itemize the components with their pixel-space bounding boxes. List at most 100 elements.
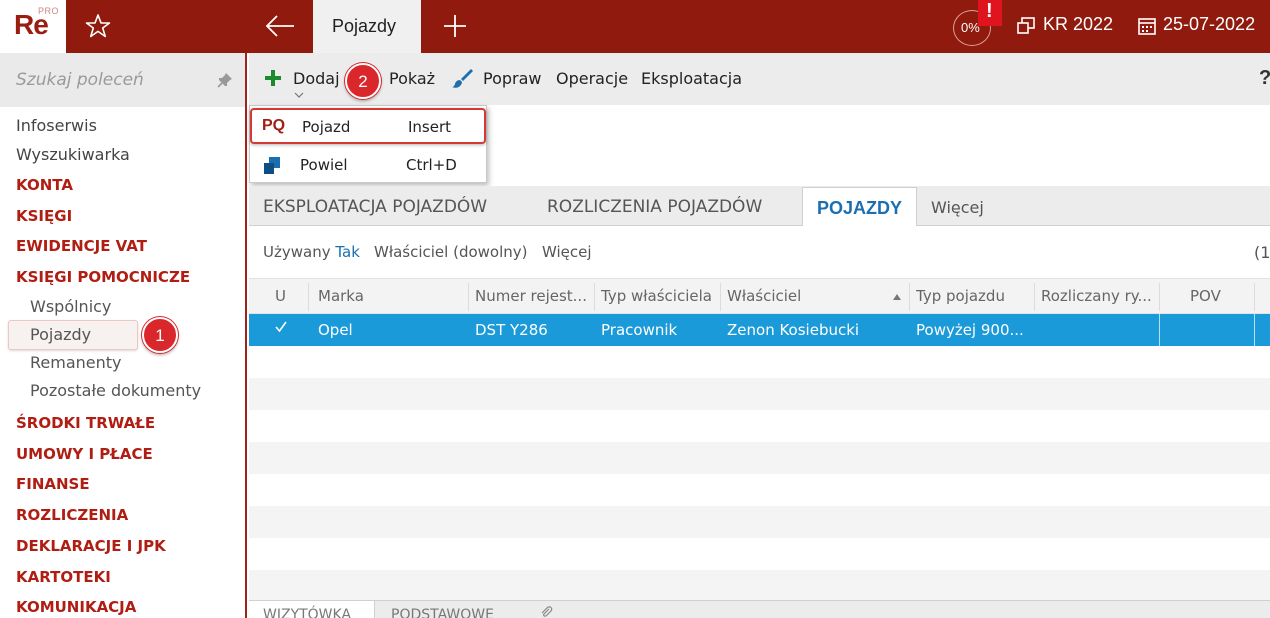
search-box <box>0 53 245 107</box>
sidebar-group-ewidencje-vat[interactable]: EWIDENCJE VAT <box>16 237 147 255</box>
record-count: (1 <box>1254 243 1270 262</box>
col-header-vehicle-type[interactable]: Typ pojazdu <box>916 287 1005 305</box>
back-arrow-icon[interactable] <box>264 12 296 40</box>
sidebar-item-remanenty[interactable]: Remanenty <box>30 353 122 372</box>
check-icon[interactable] <box>274 320 288 334</box>
step-badge-2-label: 2 <box>358 72 368 91</box>
copy-icon <box>264 157 280 174</box>
step-badge-2: 2 <box>345 63 381 99</box>
toolbar: Dodaj Pokaż Popraw Operacje Eksploatacja… <box>249 53 1270 105</box>
date-label[interactable]: 25-07-2022 <box>1163 14 1255 35</box>
row-separator <box>1254 314 1255 346</box>
table-row-empty[interactable] <box>249 570 1270 600</box>
add-dropdown-menu: PQ Pojazd Insert Powiel Ctrl+D <box>249 105 487 183</box>
col-header-settled[interactable]: Rozliczany ry... <box>1041 287 1159 305</box>
tab-wizytowka-label: WIZYTÓWKA <box>263 607 352 618</box>
col-separator[interactable] <box>594 283 595 311</box>
new-tab-plus-icon[interactable] <box>441 12 469 40</box>
col-separator[interactable] <box>1034 283 1035 311</box>
table-row-empty[interactable] <box>249 538 1270 570</box>
table-row-empty[interactable] <box>249 506 1270 538</box>
show-button[interactable]: Pokaż <box>389 69 435 88</box>
table-row-empty[interactable] <box>249 442 1270 474</box>
calendar-icon[interactable] <box>1137 16 1157 36</box>
sidebar-group-ksiegi-pomocnicze[interactable]: KSIĘGI POMOCNICZE <box>16 268 190 286</box>
sidebar-group-komunikacja[interactable]: KOMUNIKACJA <box>16 598 136 616</box>
col-separator[interactable] <box>308 283 309 311</box>
sidebar-group-ksiegi[interactable]: KSIĘGI <box>16 207 72 225</box>
exploitation-button[interactable]: Eksploatacja <box>641 69 742 88</box>
menu-item-powiel[interactable]: Powiel Ctrl+D <box>250 148 486 184</box>
step-badge-1: 1 <box>142 317 178 353</box>
tab-podstawowe[interactable]: PODSTAWOWE <box>391 607 494 618</box>
operations-button[interactable]: Operacje <box>556 69 628 88</box>
tab-pojazdy-list[interactable]: POJAZDY <box>802 187 917 227</box>
tab-more[interactable]: Więcej <box>931 198 984 217</box>
sidebar-group-srodki-trwale[interactable]: ŚRODKI TRWAŁE <box>16 414 155 432</box>
sidebar-group-kartoteki[interactable]: KARTOTEKI <box>16 568 111 586</box>
table-row-empty[interactable] <box>249 410 1270 442</box>
alert-mark: ! <box>986 0 993 22</box>
col-separator[interactable] <box>909 283 910 311</box>
bottom-tabs: WIZYTÓWKA PODSTAWOWE <box>249 600 1270 618</box>
edit-button[interactable]: Popraw <box>483 69 542 88</box>
col-header-registration[interactable]: Numer rejest... <box>475 287 590 305</box>
table-row-empty[interactable] <box>249 474 1270 506</box>
help-button[interactable]: ? <box>1259 67 1270 90</box>
add-plus-icon[interactable] <box>263 68 283 88</box>
tab-wizytowka[interactable]: WIZYTÓWKA <box>249 601 375 618</box>
windows-icon[interactable] <box>1016 16 1036 36</box>
sidebar-group-finanse[interactable]: FINANSE <box>16 475 90 493</box>
sidebar-item-pozostale-dokumenty[interactable]: Pozostałe dokumenty <box>30 381 201 400</box>
col-header-pov[interactable]: POV <box>1190 287 1221 305</box>
filter-more[interactable]: Więcej <box>542 243 592 261</box>
col-header-used[interactable]: U <box>275 287 286 305</box>
chevron-down-icon[interactable] <box>294 91 304 99</box>
paperclip-icon[interactable] <box>539 605 553 618</box>
table-row-empty[interactable] <box>249 346 1270 378</box>
add-button[interactable]: Dodaj <box>293 69 340 88</box>
sidebar-item-wspolnicy[interactable]: Wspólnicy <box>30 297 111 316</box>
search-input[interactable] <box>16 67 206 93</box>
menu-item-pojazd-label: Pojazd <box>302 118 351 136</box>
cell-registration: DST Y286 <box>475 321 548 339</box>
col-separator[interactable] <box>1254 283 1255 311</box>
menu-item-pojazd-shortcut: Insert <box>408 118 452 136</box>
logo-pro-text: PRO <box>38 6 60 16</box>
tab-eksploatacja-pojazdow[interactable]: EKSPLOATACJA POJAZDÓW <box>263 197 487 217</box>
company-label[interactable]: KR 2022 <box>1043 14 1113 35</box>
brush-icon[interactable] <box>451 67 473 89</box>
menu-item-powiel-label: Powiel <box>300 156 348 174</box>
table-row[interactable]: Opel DST Y286 Pracownik Zenon Kosiebucki… <box>249 314 1270 346</box>
tab-rozliczenia-pojazdow[interactable]: ROZLICZENIA POJAZDÓW <box>547 197 762 217</box>
col-separator[interactable] <box>468 283 469 311</box>
sidebar-item-infoserwis[interactable]: Infoserwis <box>16 116 97 135</box>
col-header-owner[interactable]: Właściciel <box>727 287 801 305</box>
sidebar-item-wyszukiwarka[interactable]: Wyszukiwarka <box>16 145 130 164</box>
menu-item-pojazd[interactable]: PQ Pojazd Insert <box>250 108 486 144</box>
alert-badge[interactable]: ! <box>978 0 1002 26</box>
app-logo[interactable]: Re PRO <box>0 0 66 53</box>
filter-used-label: Używany <box>263 243 331 261</box>
filter-owner[interactable]: Właściciel (dowolny) <box>374 243 528 261</box>
sidebar-group-umowy-i-place[interactable]: UMOWY I PŁACE <box>16 445 153 463</box>
sidebar-item-pojazdy[interactable]: Pojazdy <box>30 325 91 344</box>
sidebar-group-konta[interactable]: KONTA <box>16 176 73 194</box>
star-icon[interactable] <box>84 12 112 40</box>
col-header-owner-type[interactable]: Typ właściciela <box>601 287 719 305</box>
table-row-empty[interactable] <box>249 378 1270 410</box>
cell-owner-type: Pracownik <box>601 321 678 339</box>
col-header-brand[interactable]: Marka <box>318 287 364 305</box>
col-separator[interactable] <box>720 283 721 311</box>
tab-pojazdy-list-label: POJAZDY <box>817 198 903 218</box>
tab-pojazdy[interactable]: Pojazdy <box>313 0 421 53</box>
sidebar-group-rozliczenia[interactable]: ROZLICZENIA <box>16 506 128 524</box>
sidebar-group-deklaracje-i-jpk[interactable]: DEKLARACJE I JPK <box>16 537 166 555</box>
sort-asc-icon[interactable] <box>892 293 902 301</box>
sidebar: Infoserwis Wyszukiwarka KONTA KSIĘGI EWI… <box>0 53 247 618</box>
row-separator <box>1159 314 1160 346</box>
pin-icon[interactable] <box>217 72 233 88</box>
filter-used[interactable]: Używany Tak <box>263 243 360 261</box>
filter-used-value: Tak <box>335 243 360 261</box>
col-separator[interactable] <box>1159 283 1160 311</box>
